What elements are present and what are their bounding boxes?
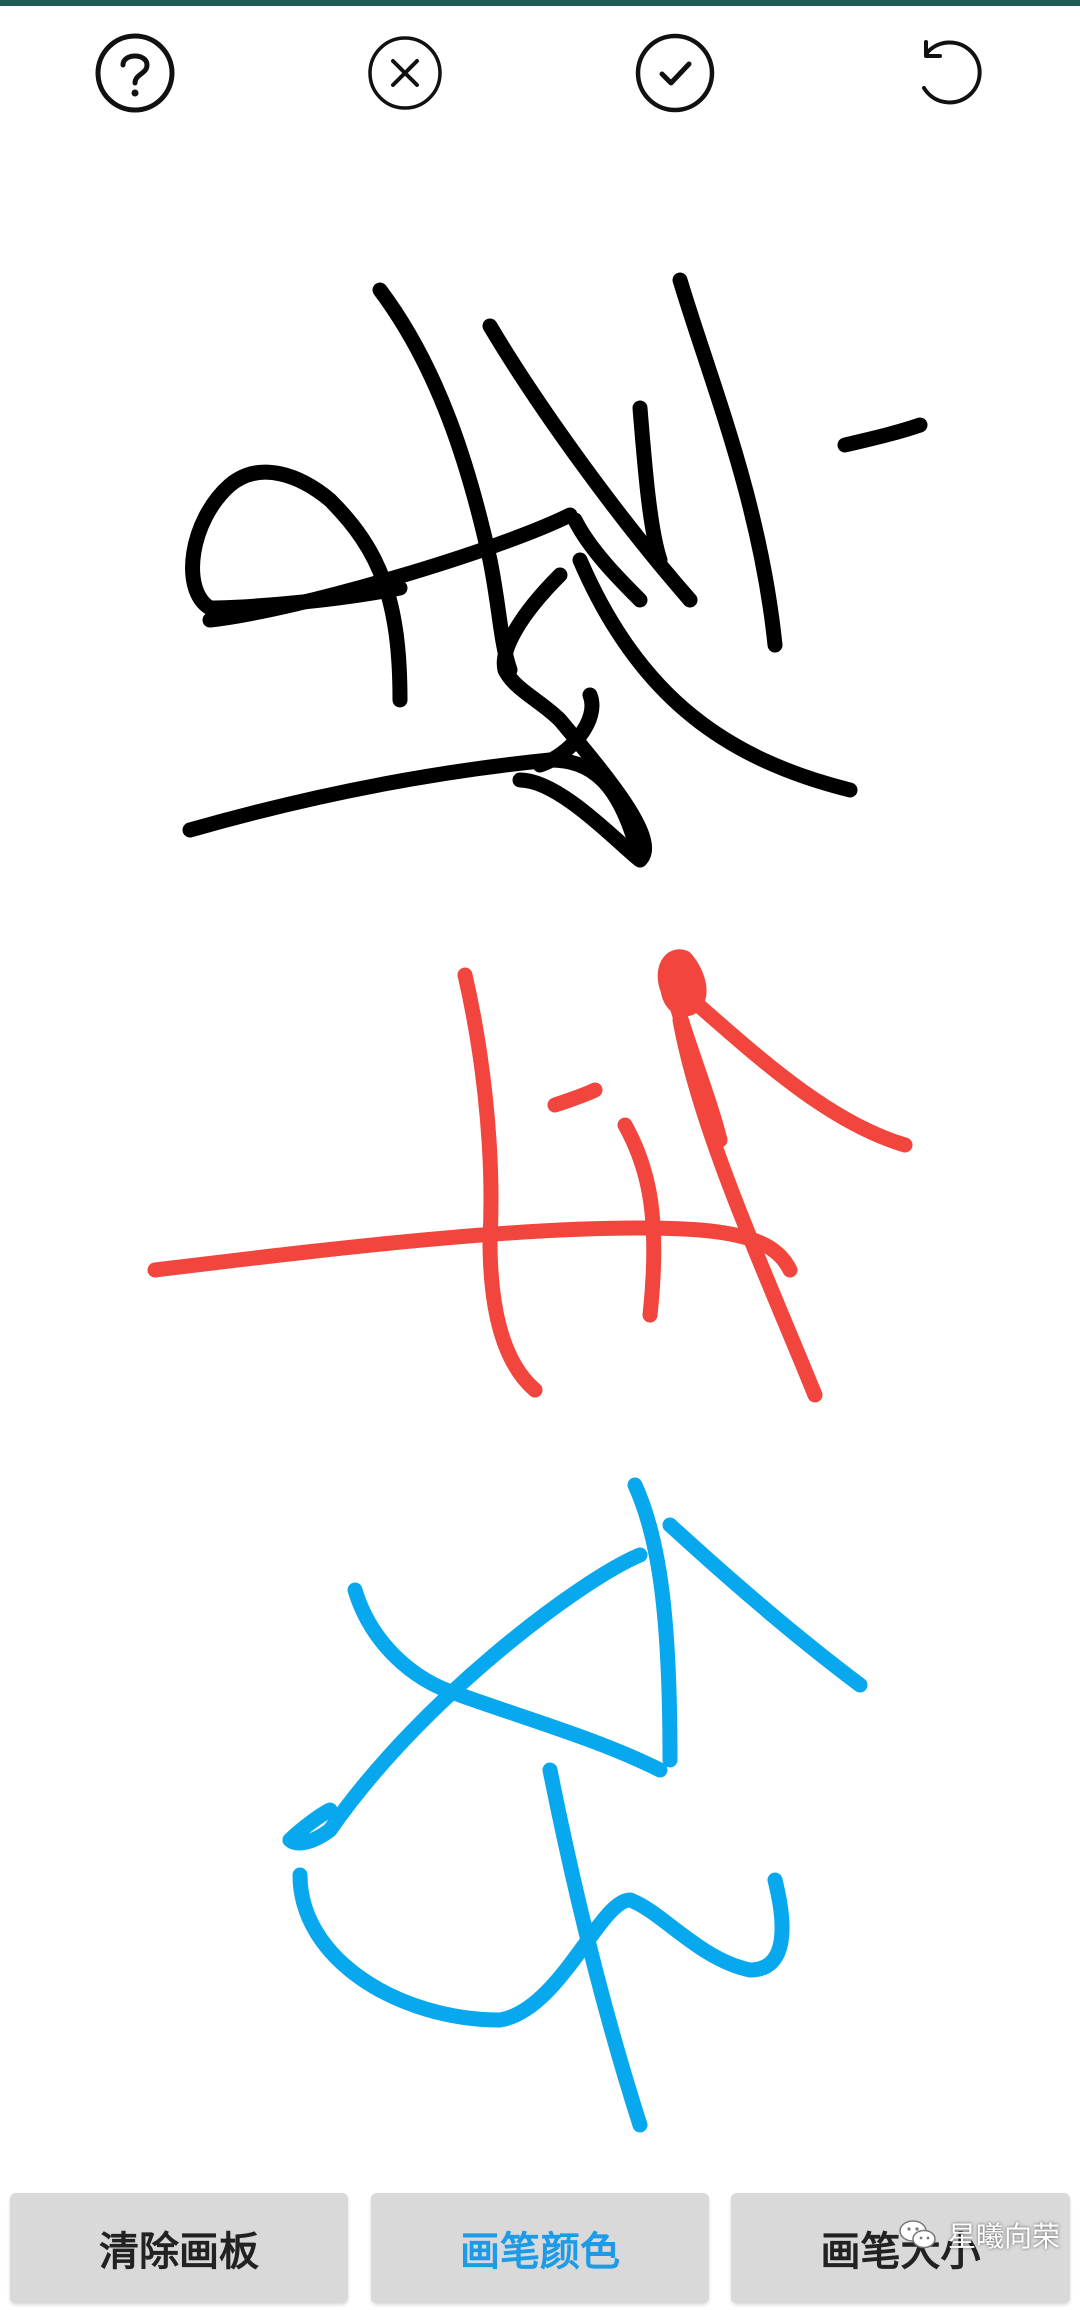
black-strokes — [182, 272, 928, 868]
check-circle-icon — [635, 33, 715, 113]
drawing-app: 清除画板 画笔颜色 画笔大小 星曦向荣 — [0, 0, 1080, 2310]
top-toolbar — [0, 20, 1080, 120]
status-bar-accent — [0, 0, 1080, 6]
undo-icon — [922, 40, 982, 105]
watermark-text: 星曦向荣 — [947, 2220, 1060, 2253]
help-button[interactable] — [90, 28, 180, 118]
drawing-canvas[interactable] — [0, 140, 1080, 2170]
watermark: 星曦向荣 — [898, 2215, 1060, 2255]
blue-strokes — [282, 1477, 868, 2133]
red-strokes — [147, 949, 913, 1403]
help-circle-icon — [95, 33, 175, 113]
wechat-icon — [899, 2220, 936, 2249]
clear-canvas-button[interactable]: 清除画板 — [10, 2193, 348, 2303]
canvas-strokes — [147, 272, 928, 2133]
confirm-button[interactable] — [630, 28, 720, 118]
close-circle-icon — [368, 36, 442, 110]
pen-color-button[interactable]: 画笔颜色 — [371, 2193, 709, 2303]
undo-button[interactable] — [900, 28, 990, 118]
cancel-button[interactable] — [360, 28, 450, 118]
